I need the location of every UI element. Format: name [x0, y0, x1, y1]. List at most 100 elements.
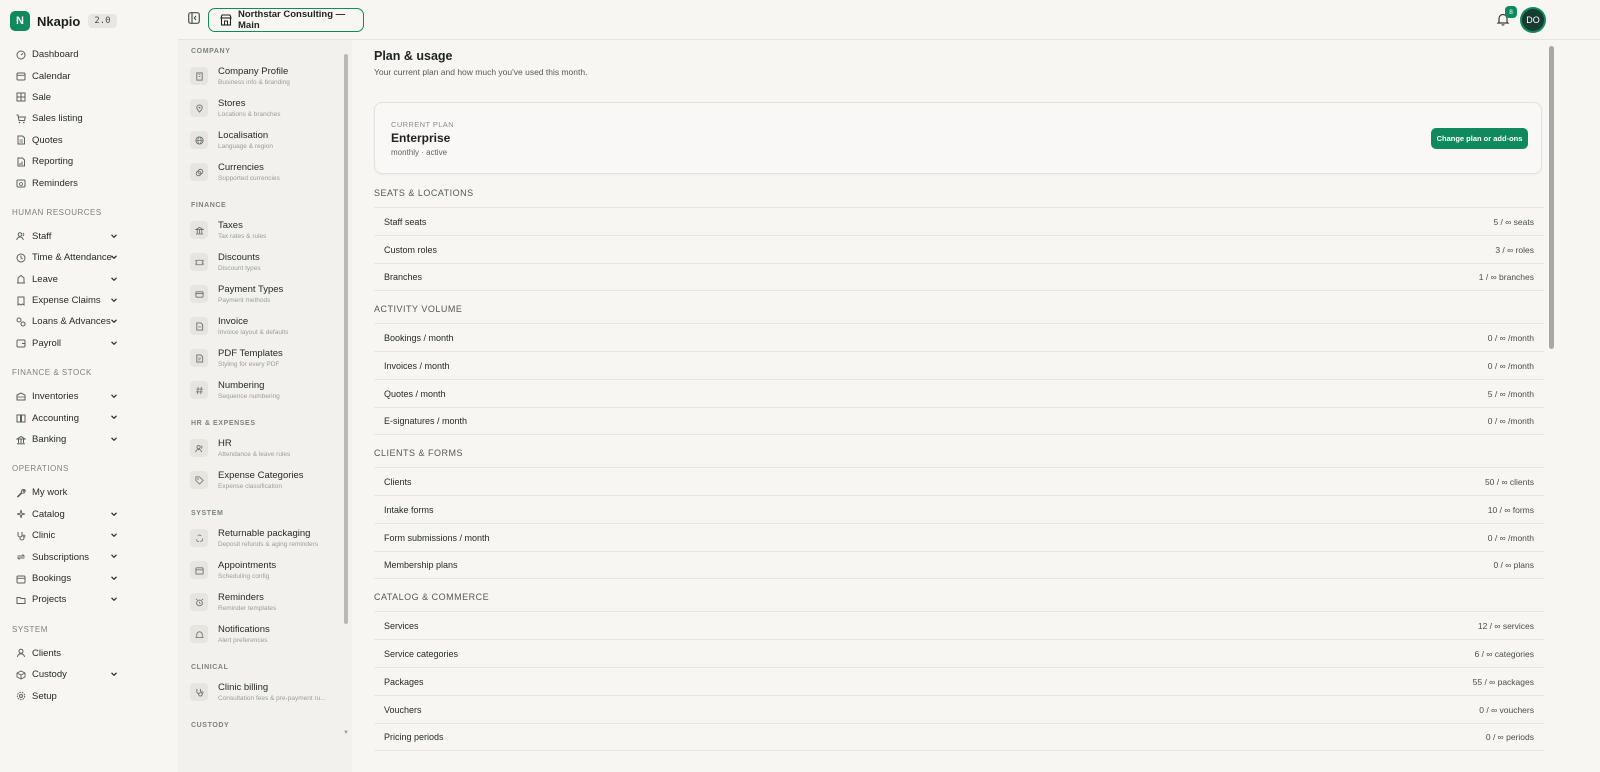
sidebar-item-projects[interactable]: Projects [0, 589, 178, 610]
sidebar-item-label: Banking [32, 434, 67, 446]
settings-item-company-profile[interactable]: Company Profile Business info & branding [178, 60, 343, 92]
usage-label: Pricing periods [384, 732, 444, 742]
sidebar-item-subscriptions[interactable]: Subscriptions [0, 546, 178, 567]
usage-row: Quotes / month 5 / ∞ /month [374, 379, 1544, 407]
settings-item-returnable-packaging[interactable]: Returnable packaging Deposit refunds & ag… [178, 522, 343, 554]
sidebar-item-custody[interactable]: Custody [0, 664, 178, 685]
main-scrollbar[interactable] [1549, 46, 1554, 349]
settings-item-payment-types[interactable]: Payment Types Payment methods [178, 278, 343, 310]
alarm-icon [190, 593, 208, 611]
plan-usage-page: Plan & usage Your current plan and how m… [362, 40, 1587, 772]
plan-status: monthly · active [391, 148, 448, 157]
settings-nav-scrollbar[interactable] [344, 54, 348, 624]
sidebar-item-reporting[interactable]: Reporting [0, 151, 178, 172]
sidebar-item-accounting[interactable]: Accounting [0, 407, 178, 428]
settings-item-pdf-templates[interactable]: PDF Templates Styling for every PDF [178, 342, 343, 374]
sidebar-item-my-work[interactable]: My work [0, 482, 178, 503]
sidebar-item-banking[interactable]: Banking [0, 429, 178, 450]
wrench-icon [16, 488, 26, 498]
usage-row: Packages 55 / ∞ packages [374, 667, 1544, 695]
usage-label: Service categories [384, 648, 459, 659]
usage-label: Packages [384, 676, 424, 687]
brand[interactable]: N Nkapio 2.0 [10, 10, 117, 32]
sidebar-item-label: Custody [32, 669, 67, 681]
sidebar-item-staff[interactable]: Staff [0, 226, 178, 247]
settings-item-appointments[interactable]: Appointments Scheduling config [178, 554, 343, 586]
settings-nav: COMPANY Company Profile Business info & br… [178, 40, 352, 772]
usage-label: Membership plans [384, 560, 458, 570]
current-plan-card: CURRENT PLAN Enterprise monthly · active… [374, 102, 1542, 174]
settings-item-hr[interactable]: HR Attendance & leave rules [178, 432, 343, 464]
sidebar-item-label: Reminders [32, 177, 78, 189]
sidebar-item-calendar[interactable]: Calendar [0, 65, 178, 86]
sidebar-item-catalog[interactable]: Catalog [0, 504, 178, 525]
sidebar-item-sale[interactable]: Sale [0, 87, 178, 108]
pdf-icon [190, 349, 208, 367]
sidebar-item-payroll[interactable]: Payroll [0, 333, 178, 354]
settings-item-localisation[interactable]: Localisation Language & region [178, 124, 343, 156]
settings-item-reminders[interactable]: Reminders Reminder templates [178, 586, 343, 618]
settings-item-clinic-billing[interactable]: Clinic billing Consultation fees & pre-pa… [178, 676, 343, 708]
usage-row: Pricing periods 0 / ∞ periods [374, 723, 1544, 751]
usage-label: E-signatures / month [384, 416, 468, 426]
sidebar-item-sales-listing[interactable]: Sales listing [0, 108, 178, 129]
settings-item-description: Alert preferences [218, 637, 268, 644]
settings-item-label: Invoice [218, 316, 249, 327]
sidebar-item-setup[interactable]: Setup [0, 685, 178, 706]
sidebar-item-quotes[interactable]: Quotes [0, 130, 178, 151]
chevron-down-icon [111, 255, 117, 260]
book-icon [16, 413, 26, 423]
sidebar-item-label: Clinic [32, 530, 56, 542]
settings-item-discounts[interactable]: Discounts Discount types [178, 246, 343, 278]
calendar-icon [190, 561, 208, 579]
settings-item-currencies[interactable]: Currencies Supported currencies [178, 156, 343, 188]
settings-item-stores[interactable]: Stores Locations & branches [178, 92, 343, 124]
user-avatar[interactable]: DO [1522, 9, 1544, 31]
collapse-sidebar-icon[interactable] [188, 12, 200, 24]
sidebar-item-dashboard[interactable]: Dashboard [0, 44, 178, 65]
sidebar-nav: Dashboard Calendar Sale Sales listing Quotes… [0, 44, 178, 707]
settings-item-numbering[interactable]: Numbering Sequence numbering [178, 374, 343, 406]
settings-item-label: Clinic billing [218, 682, 269, 693]
sidebar-item-bookings[interactable]: Bookings [0, 568, 178, 589]
settings-item-label: HR [218, 438, 232, 449]
sidebar-item-time-and-attendance[interactable]: Time & Attendance [0, 247, 178, 268]
sidebar-item-inventories[interactable]: Inventories [0, 386, 178, 407]
usage-value: 0 / ∞ /month [1487, 332, 1534, 343]
sidebar-item-reminders[interactable]: Reminders [0, 172, 178, 193]
settings-item-label: Discounts [218, 252, 260, 263]
file-icon [190, 317, 208, 335]
usage-group-activity-volume: ACTIVITY VOLUME Bookings / month 0 / ∞ /mo… [374, 298, 1544, 435]
users-icon [190, 439, 208, 457]
sidebar-item-label: Calendar [32, 70, 71, 82]
calendar-icon [16, 574, 26, 584]
sidebar-item-label: Reporting [32, 156, 74, 168]
top-bar: Northstar Consulting — Main 8 DO [178, 0, 1600, 40]
settings-item-invoice[interactable]: Invoice Invoice layout & defaults [178, 310, 343, 342]
dashboard-icon [16, 50, 26, 60]
stethoscope-icon [16, 531, 26, 541]
chevron-down-icon [111, 415, 117, 420]
sidebar-item-clients[interactable]: Clients [0, 643, 178, 664]
sidebar-item-loans-and-advances[interactable]: Loans & Advances [0, 311, 178, 332]
usage-group-title: ACTIVITY VOLUME [374, 304, 463, 314]
settings-item-label: Appointments [218, 560, 277, 571]
settings-item-notifications[interactable]: Notifications Alert preferences [178, 618, 343, 650]
scroll-down-arrow-icon[interactable]: ▼ [343, 730, 349, 736]
sidebar-item-leave[interactable]: Leave [0, 269, 178, 290]
app-logo: N [10, 11, 30, 31]
grid-icon [16, 92, 26, 102]
settings-item-label: Taxes [218, 220, 243, 231]
usage-value: 5 / ∞ seats [1493, 216, 1534, 227]
sidebar-item-label: Sale [32, 91, 52, 103]
usage-group-title: CLIENTS & FORMS [374, 448, 464, 458]
sidebar-item-clinic[interactable]: Clinic [0, 525, 178, 546]
workspace-switcher[interactable]: Northstar Consulting — Main [208, 8, 364, 32]
settings-item-expense-categories[interactable]: Expense Categories Expense classification [178, 464, 343, 496]
change-plan-button[interactable]: Change plan or add-ons [1431, 128, 1528, 149]
cart-icon [16, 114, 26, 124]
settings-item-taxes[interactable]: Taxes Tax rates & rules [178, 214, 343, 246]
sidebar-item-expense-claims[interactable]: Expense Claims [0, 290, 178, 311]
settings-section-heading: CLINICAL [191, 664, 229, 671]
settings-item-description: Scheduling config [218, 573, 270, 580]
